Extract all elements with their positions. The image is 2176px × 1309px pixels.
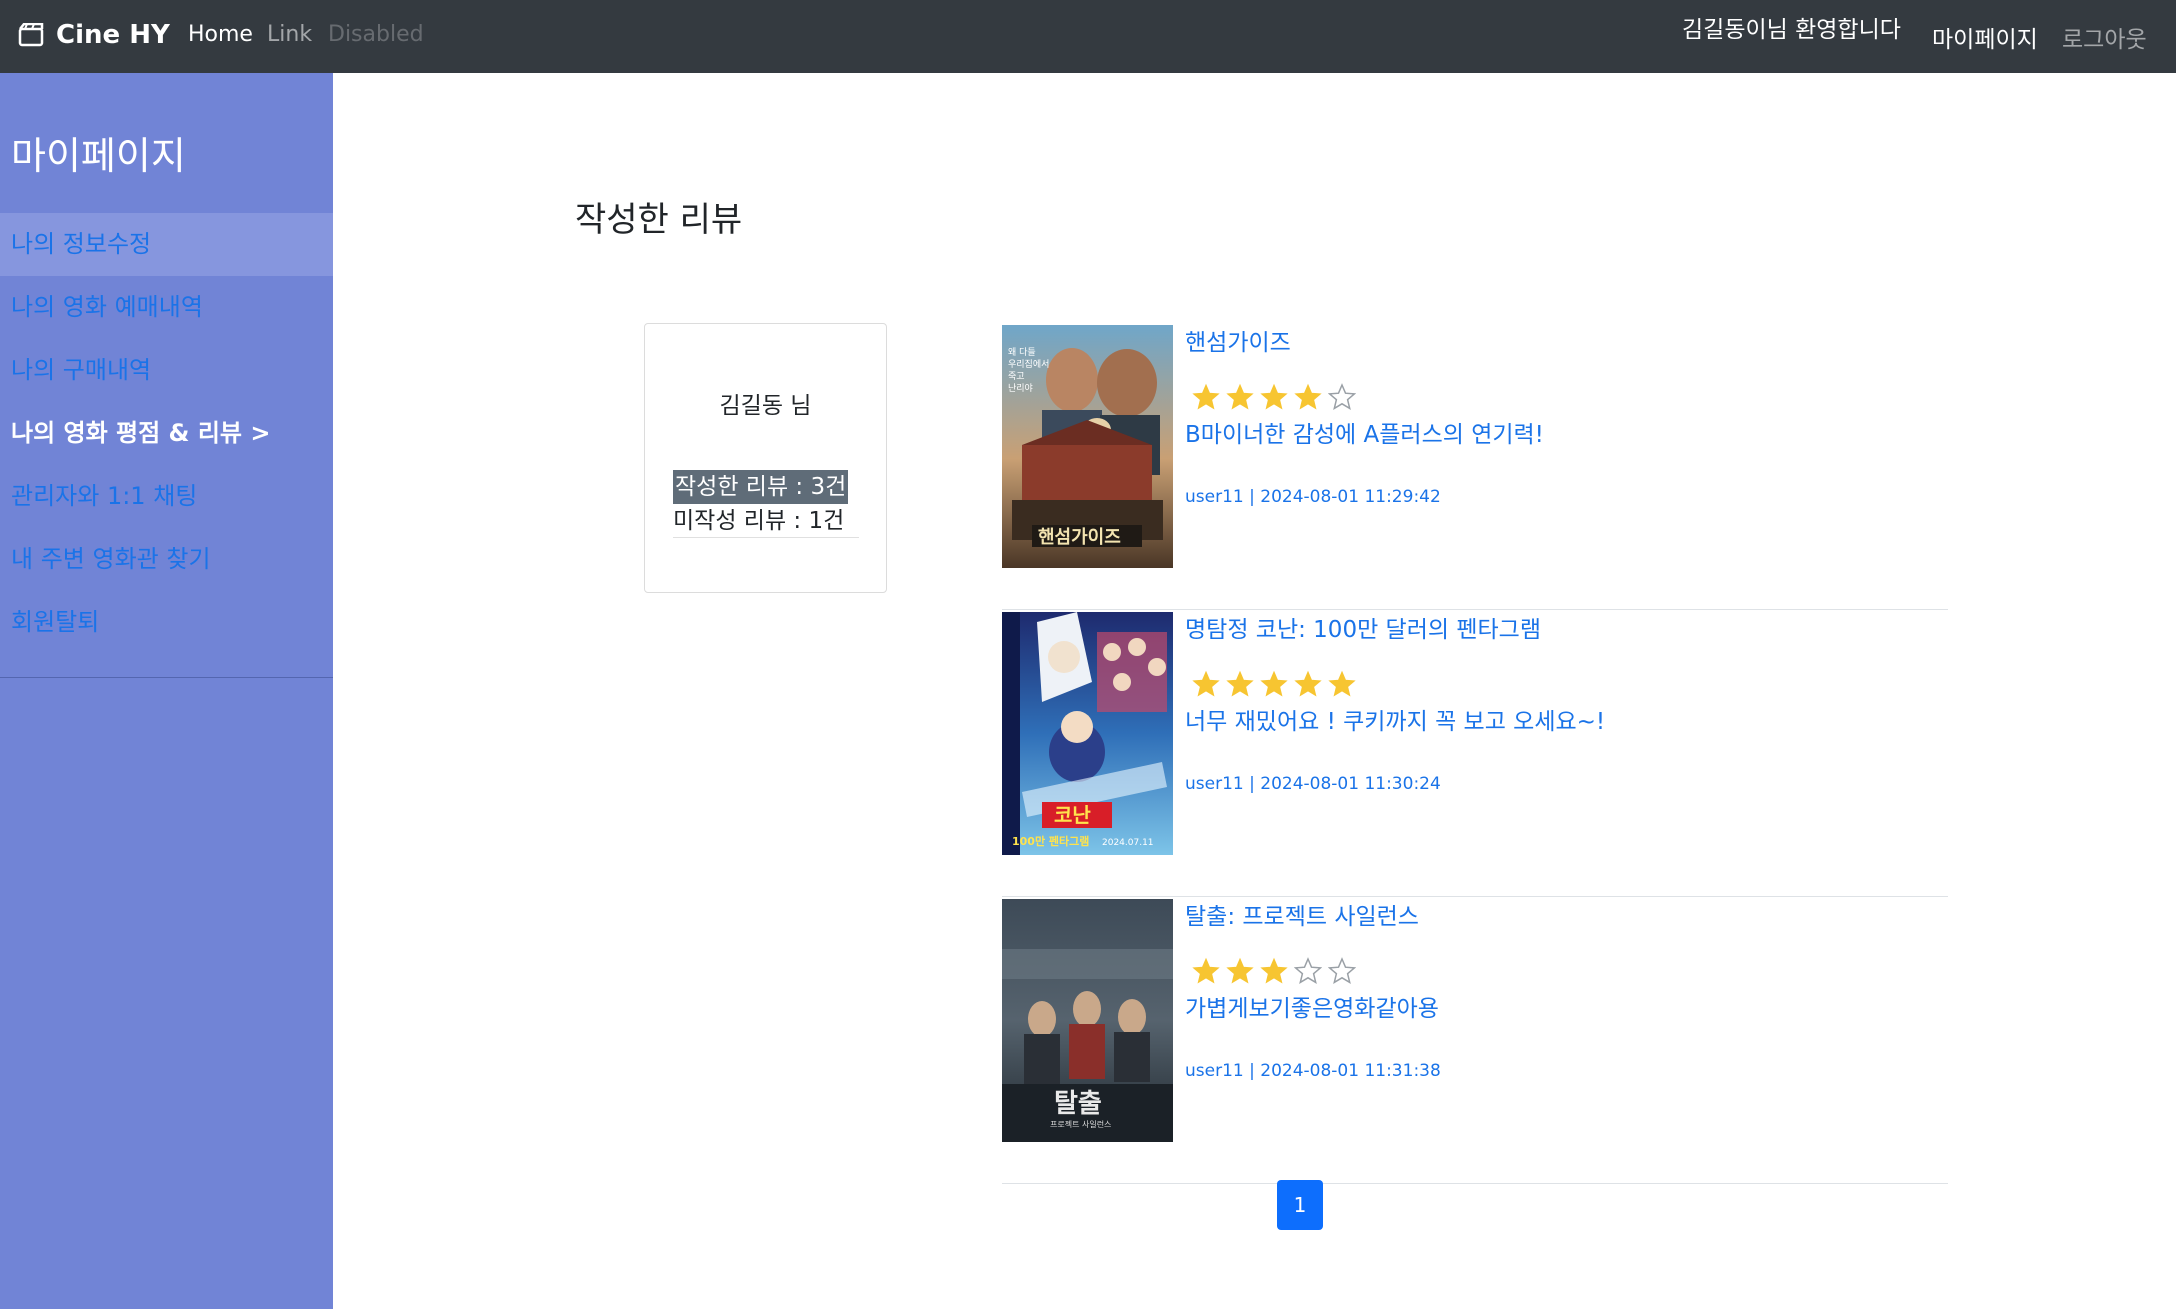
svg-text:우리집에서: 우리집에서 bbox=[1008, 358, 1049, 370]
star-filled-icon bbox=[1260, 383, 1288, 410]
sidebar-item-bookings[interactable]: 나의 영화 예매내역 bbox=[0, 276, 333, 339]
star-filled-icon bbox=[1226, 383, 1254, 410]
film-icon bbox=[18, 23, 44, 47]
star-filled-icon bbox=[1192, 383, 1220, 410]
star-filled-icon bbox=[1294, 383, 1322, 410]
review-item: 핸섬가이즈 왜 다들 우리집에서 죽고 난리야 핸섬가이즈 B마이너한 감성에 … bbox=[1002, 323, 1948, 610]
sidebar-item-profile-edit[interactable]: 나의 정보수정 bbox=[0, 213, 333, 276]
review-text[interactable]: 너무 재밌어요 ! 쿠키까지 꼭 보고 오세요~! bbox=[1185, 702, 1605, 736]
poster-conan[interactable]: 코난 100만 펜타그램 2024.07.11 bbox=[1002, 612, 1173, 855]
review-text[interactable]: B마이너한 감성에 A플러스의 연기력! bbox=[1185, 415, 1544, 449]
svg-text:탈출: 탈출 bbox=[1054, 1089, 1102, 1119]
written-review-count[interactable]: 작성한 리뷰 : 3건 bbox=[673, 470, 849, 504]
svg-text:코난: 코난 bbox=[1054, 803, 1091, 827]
sidebar-item-admin-chat[interactable]: 관리자와 1:1 채팅 bbox=[0, 465, 333, 528]
brand-link[interactable]: Cine HY bbox=[18, 20, 170, 50]
star-filled-icon bbox=[1260, 670, 1288, 697]
svg-text:난리야: 난리야 bbox=[1008, 383, 1033, 394]
movie-title[interactable]: 명탐정 코난: 100만 달러의 펜타그램 bbox=[1185, 610, 1541, 644]
poster-escape[interactable]: 탈출 프로젝트 사일런스 bbox=[1002, 899, 1173, 1142]
mypage-link[interactable]: 마이페이지 bbox=[1932, 20, 2038, 54]
logout-link[interactable]: 로그아웃 bbox=[2062, 20, 2147, 54]
sidebar-item-nearby-theaters[interactable]: 내 주변 영화관 찾기 bbox=[0, 528, 333, 591]
star-empty-icon bbox=[1294, 957, 1322, 984]
star-empty-icon bbox=[1328, 957, 1356, 984]
star-filled-icon bbox=[1294, 670, 1322, 697]
page-title: 작성한 리뷰 bbox=[575, 200, 743, 240]
svg-text:2024.07.11: 2024.07.11 bbox=[1102, 838, 1154, 848]
profile-divider bbox=[673, 537, 859, 538]
star-filled-icon bbox=[1192, 670, 1220, 697]
star-rating bbox=[1192, 383, 1356, 411]
sidebar-item-withdraw[interactable]: 회원탈퇴 bbox=[0, 591, 333, 654]
star-rating bbox=[1192, 957, 1356, 985]
movie-title[interactable]: 탈출: 프로젝트 사일런스 bbox=[1185, 897, 1419, 931]
review-text[interactable]: 가볍게보기좋은영화같아용 bbox=[1185, 989, 1439, 1023]
review-divider bbox=[1002, 1183, 1948, 1184]
unwritten-review-count[interactable]: 미작성 리뷰 : 1건 bbox=[673, 506, 844, 536]
nav-link[interactable]: Link bbox=[267, 22, 312, 47]
svg-text:죽고: 죽고 bbox=[1008, 371, 1025, 382]
review-meta: user11 | 2024-08-01 11:31:38 bbox=[1185, 1061, 1441, 1081]
star-rating bbox=[1192, 670, 1356, 698]
review-meta: user11 | 2024-08-01 11:30:24 bbox=[1185, 774, 1441, 794]
sidebar: 마이페이지 나의 정보수정 나의 영화 예매내역 나의 구매내역 나의 영화 평… bbox=[0, 73, 333, 1309]
sidebar-item-reviews[interactable]: 나의 영화 평점 & 리뷰 > bbox=[0, 402, 333, 465]
brand-text: Cine HY bbox=[56, 20, 170, 50]
star-filled-icon bbox=[1328, 670, 1356, 697]
review-meta: user11 | 2024-08-01 11:29:42 bbox=[1185, 487, 1441, 507]
svg-text:100만 펜타그램: 100만 펜타그램 bbox=[1012, 834, 1089, 848]
top-navbar: Cine HY Home Link Disabled 김길동이님 환영합니다 마… bbox=[0, 0, 2176, 73]
pagination-page-1[interactable]: 1 bbox=[1277, 1180, 1323, 1230]
nav-home[interactable]: Home bbox=[188, 22, 253, 47]
poster-handsome-guys[interactable]: 핸섬가이즈 왜 다들 우리집에서 죽고 난리야 bbox=[1002, 325, 1173, 568]
movie-title[interactable]: 핸섬가이즈 bbox=[1185, 323, 1291, 357]
star-filled-icon bbox=[1226, 957, 1254, 984]
poster-image: 핸섬가이즈 왜 다들 우리집에서 죽고 난리야 bbox=[1002, 325, 1173, 568]
sidebar-title: 마이페이지 bbox=[11, 134, 186, 178]
star-filled-icon bbox=[1260, 957, 1288, 984]
poster-image: 탈출 프로젝트 사일런스 bbox=[1002, 899, 1173, 1142]
review-item: 코난 100만 펜타그램 2024.07.11 명탐정 코난: 100만 달러의… bbox=[1002, 610, 1948, 897]
poster-image: 코난 100만 펜타그램 2024.07.11 bbox=[1002, 612, 1173, 855]
star-empty-icon bbox=[1328, 383, 1356, 410]
welcome-text: 김길동이님 환영합니다 bbox=[1682, 17, 1901, 43]
profile-card: 김길동 님 작성한 리뷰 : 3건 미작성 리뷰 : 1건 bbox=[644, 323, 887, 593]
svg-text:프로젝트 사일런스: 프로젝트 사일런스 bbox=[1050, 1119, 1111, 1129]
svg-text:핸섬가이즈: 핸섬가이즈 bbox=[1038, 527, 1121, 548]
sidebar-divider bbox=[0, 677, 333, 678]
star-filled-icon bbox=[1192, 957, 1220, 984]
profile-name: 김길동 님 bbox=[719, 393, 812, 419]
sidebar-item-purchases[interactable]: 나의 구매내역 bbox=[0, 339, 333, 402]
star-filled-icon bbox=[1226, 670, 1254, 697]
review-item: 탈출 프로젝트 사일런스 탈출: 프로젝트 사일런스 가볍게보기좋은영화같아용 … bbox=[1002, 897, 1948, 1184]
svg-text:왜 다들: 왜 다들 bbox=[1008, 347, 1036, 358]
nav-disabled: Disabled bbox=[328, 22, 424, 47]
